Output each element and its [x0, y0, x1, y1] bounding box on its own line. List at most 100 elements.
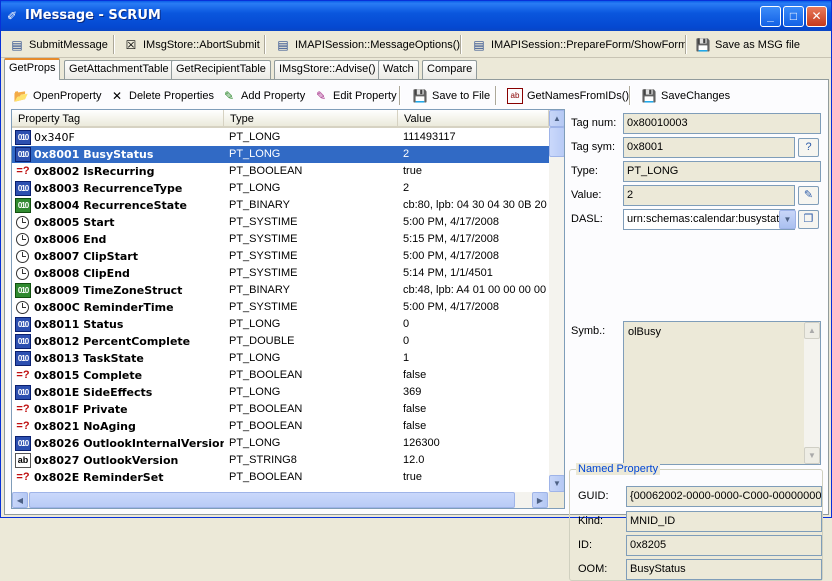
property-type-cell: PT_BOOLEAN — [229, 403, 303, 415]
property-tag-cell: 0x8002 IsRecurring — [34, 165, 155, 178]
table-row[interactable]: =? 0x8015 Complete PT_BOOLEAN false — [12, 367, 549, 384]
property-value-cell: 2 — [403, 148, 410, 160]
message-options-label: IMAPISession::MessageOptions() — [295, 38, 461, 51]
symb-textarea[interactable]: olBusy ▲ ▼ — [623, 321, 821, 465]
toolbar-separator — [113, 35, 115, 54]
horizontal-scrollbar[interactable]: ◀ ▶ — [12, 492, 549, 508]
table-row[interactable]: =? 0x802E ReminderSet PT_BOOLEAN true — [12, 469, 549, 486]
title-bar[interactable]: ✐ IMessage - SCRUM _ □ ✕ — [1, 1, 831, 31]
property-type-cell: PT_DOUBLE — [229, 335, 295, 347]
dasl-select[interactable]: urn:schemas:calendar:busystatus — [623, 209, 795, 230]
table-row[interactable]: ab 0x8027 OutlookVersion PT_STRING8 12.0 — [12, 452, 549, 469]
tag-sym-field[interactable]: 0x8001 — [623, 137, 795, 158]
table-row[interactable]: 0x8008 ClipEnd PT_SYSTIME 5:14 PM, 1/1/450… — [12, 265, 549, 282]
save-to-file-button[interactable]: 💾 Save to File — [408, 85, 494, 106]
open-icon: 📂 — [13, 88, 29, 103]
tag-num-field[interactable]: 0x80010003 — [623, 113, 821, 134]
table-row[interactable]: 010 0x8001 BusyStatus PT_LONG 2 — [12, 146, 549, 163]
app-icon: ✐ — [7, 9, 18, 23]
kind-field[interactable]: MNID_ID — [626, 511, 822, 532]
help-button[interactable]: ? — [798, 138, 819, 157]
edit-value-button[interactable]: ✎ — [798, 186, 819, 205]
submit-message-button[interactable]: ▤ SubmitMessage — [5, 34, 112, 55]
table-row[interactable]: 0x8006 End PT_SYSTIME 5:15 PM, 4/17/2008 — [12, 231, 549, 248]
property-value-cell: 5:15 PM, 4/17/2008 — [403, 233, 500, 245]
prepare-form-button[interactable]: ▤ IMAPISession::PrepareForm/ShowForm — [467, 34, 691, 55]
table-row[interactable]: 010 0x8012 PercentComplete PT_DOUBLE 0 — [12, 333, 549, 350]
delete-properties-button[interactable]: ✕ Delete Properties — [105, 85, 218, 106]
get-names-button[interactable]: ab GetNamesFromIDs() — [503, 85, 633, 106]
message-options-button[interactable]: ▤ IMAPISession::MessageOptions() — [271, 34, 464, 55]
tab-watch[interactable]: Watch — [378, 60, 419, 79]
table-row[interactable]: 010 0x8003 RecurrenceType PT_LONG 2 — [12, 180, 549, 197]
property-list[interactable]: Property Tag Type Value 010 0x340F PT_LONG… — [11, 109, 565, 509]
horizontal-scroll-thumb[interactable] — [29, 492, 515, 508]
add-property-button[interactable]: ✎ Add Property — [217, 85, 309, 106]
boolean-type-icon: =? — [16, 165, 30, 177]
table-row[interactable]: 010 0x8004 RecurrenceState PT_BINARY cb:80,… — [12, 197, 549, 214]
number-type-icon: 010 — [15, 351, 31, 366]
save-msg-button[interactable]: 💾 Save as MSG file — [691, 34, 804, 55]
scroll-right-button[interactable]: ▶ — [532, 492, 548, 508]
table-row[interactable]: 010 0x8011 Status PT_LONG 0 — [12, 316, 549, 333]
number-type-icon: 010 — [15, 130, 31, 145]
copy-button[interactable]: ❐ — [798, 210, 819, 229]
property-tag-cell: 0x8012 PercentComplete — [34, 335, 191, 348]
table-row[interactable]: 010 0x801E SideEffects PT_LONG 369 — [12, 384, 549, 401]
submit-icon: ▤ — [11, 37, 23, 52]
column-header-value[interactable]: Value — [398, 110, 549, 128]
column-header-tag[interactable]: Property Tag — [12, 110, 224, 128]
property-type-cell: PT_BINARY — [229, 284, 290, 296]
table-row[interactable]: =? 0x8021 NoAging PT_BOOLEAN false — [12, 418, 549, 435]
symb-scroll-up[interactable]: ▲ — [804, 322, 820, 339]
id-field[interactable]: 0x8205 — [626, 535, 822, 556]
table-row[interactable]: =? 0x8002 IsRecurring PT_BOOLEAN true — [12, 163, 549, 180]
property-type-cell: PT_BINARY — [229, 199, 290, 211]
abort-submit-button[interactable]: ☒ IMsgStore::AbortSubmit — [119, 34, 264, 55]
oom-field[interactable]: BusyStatus — [626, 559, 822, 580]
binary-type-icon: 010 — [15, 198, 31, 213]
table-row[interactable]: =? 0x801F Private PT_BOOLEAN false — [12, 401, 549, 418]
table-row[interactable]: 010 0x340F PT_LONG 111493117 — [12, 129, 549, 146]
tab-recipient-table[interactable]: GetRecipientTable — [171, 60, 271, 79]
scroll-up-button[interactable]: ▲ — [549, 110, 564, 127]
table-row[interactable]: 010 0x8013 TaskState PT_LONG 1 — [12, 350, 549, 367]
property-tag-cell: 0x800C ReminderTime — [34, 301, 174, 314]
table-row[interactable]: 0x800C ReminderTime PT_SYSTIME 5:00 PM, 4/… — [12, 299, 549, 316]
maximize-button[interactable]: □ — [783, 6, 804, 27]
scroll-down-button[interactable]: ▼ — [549, 475, 564, 492]
table-row[interactable]: 010 0x8009 TimeZoneStruct PT_BINARY cb:48, … — [12, 282, 549, 299]
save-changes-button[interactable]: 💾 SaveChanges — [637, 85, 734, 106]
form-icon: ▤ — [473, 37, 485, 52]
vertical-scroll-thumb[interactable] — [549, 127, 564, 157]
minimize-button[interactable]: _ — [760, 6, 781, 27]
open-property-button[interactable]: 📂 OpenProperty — [9, 85, 105, 106]
scroll-left-button[interactable]: ◀ — [12, 492, 28, 508]
type-field[interactable]: PT_LONG — [623, 161, 821, 182]
toolbar-separator — [399, 86, 401, 105]
open-property-label: OpenProperty — [33, 89, 102, 102]
tab-advise[interactable]: IMsgStore::Advise() — [274, 60, 381, 79]
symb-scrollbar[interactable]: ▲ ▼ — [804, 322, 820, 464]
table-row[interactable]: 010 0x8026 OutlookInternalVersion PT_LONG 1… — [12, 435, 549, 452]
edit-value-icon: ✎ — [803, 189, 814, 201]
vertical-scrollbar[interactable]: ▲ ▼ — [549, 110, 564, 492]
tab-compare[interactable]: Compare — [422, 60, 478, 79]
table-row[interactable]: 0x8007 ClipStart PT_SYSTIME 5:00 PM, 4/17/… — [12, 248, 549, 265]
property-value-cell: 0 — [403, 335, 410, 347]
value-field[interactable]: 2 — [623, 185, 795, 206]
tab-getprops[interactable]: GetProps — [4, 58, 61, 80]
dasl-dropdown-button[interactable]: ▼ — [779, 210, 796, 229]
tag-sym-label: Tag sym: — [571, 141, 616, 153]
symb-scroll-down[interactable]: ▼ — [804, 447, 820, 464]
close-button[interactable]: ✕ — [806, 6, 827, 27]
edit-property-button[interactable]: ✎ Edit Property — [309, 85, 401, 106]
column-header-type[interactable]: Type — [224, 110, 398, 128]
guid-field[interactable]: {00062002-0000-0000-C000-000000000046} — [626, 486, 822, 507]
getprops-panel: 📂 OpenProperty ✕ Delete Properties ✎ Add… — [4, 79, 829, 581]
tab-attachment-table[interactable]: GetAttachmentTable — [64, 60, 174, 79]
clock-icon — [16, 250, 29, 263]
property-value-cell: 12.0 — [403, 454, 425, 466]
oom-label: OOM: — [578, 563, 608, 575]
table-row[interactable]: 0x8005 Start PT_SYSTIME 5:00 PM, 4/17/2008 — [12, 214, 549, 231]
